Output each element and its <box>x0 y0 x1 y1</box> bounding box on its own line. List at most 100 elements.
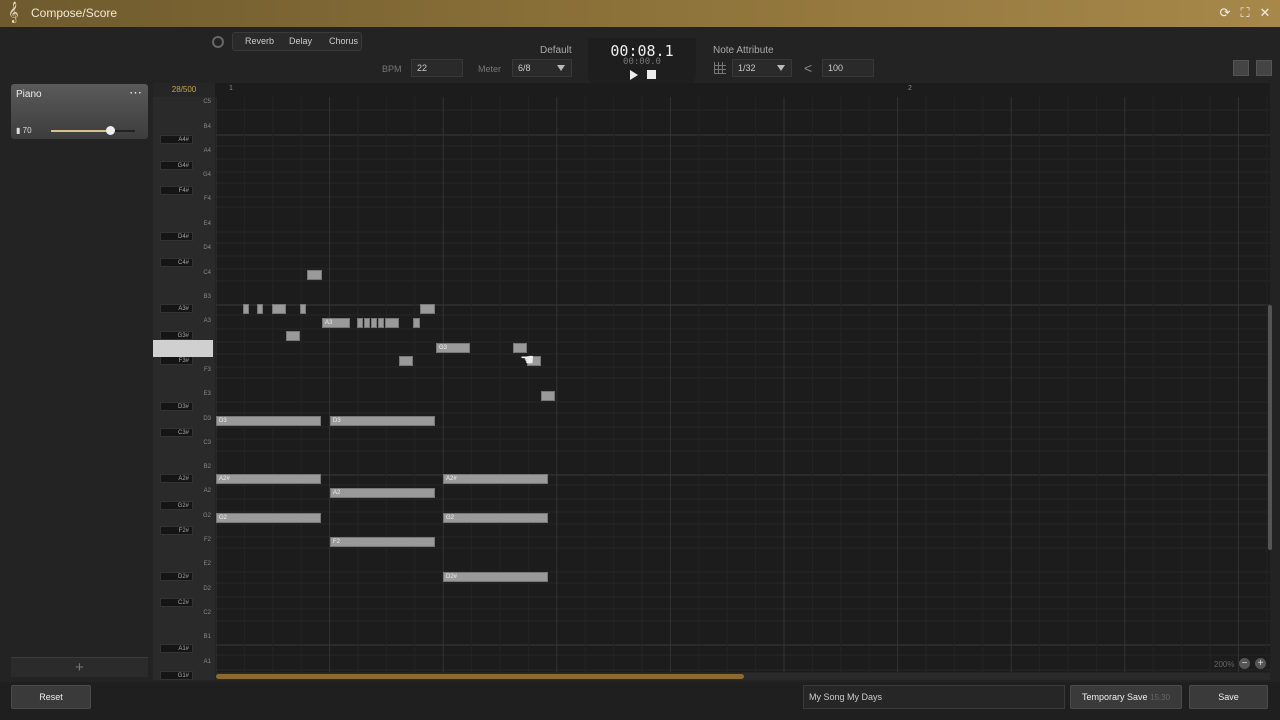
preset-label: Default <box>540 45 572 56</box>
note-block[interactable] <box>243 304 249 314</box>
black-key-a2-sharp[interactable]: A2# <box>153 474 215 486</box>
white-key-c5[interactable]: C5 <box>153 99 215 111</box>
white-key-f3[interactable]: F3 <box>153 367 215 379</box>
delay-button[interactable]: Delay <box>289 36 312 46</box>
track-card[interactable]: Piano ⋯ ▮ 70 <box>11 84 148 139</box>
black-key-g1-sharp[interactable]: G1# <box>153 671 215 680</box>
zoom-out-button[interactable]: − <box>1239 658 1250 669</box>
bpm-input[interactable]: 22 <box>411 59 463 77</box>
note-block[interactable] <box>385 318 399 328</box>
grid-select[interactable]: 1/32 <box>732 59 792 77</box>
white-key-c3[interactable]: C3 <box>153 440 215 452</box>
temporary-save-button[interactable]: Temporary Save 15:30 <box>1070 685 1182 709</box>
close-icon[interactable]: ✕ <box>1256 4 1274 22</box>
note-block[interactable]: A3 <box>322 318 350 328</box>
key-label: D4 <box>203 245 211 251</box>
white-key-d3[interactable]: D3 <box>153 416 215 428</box>
note-block[interactable]: A2 <box>330 488 435 498</box>
white-key-g2[interactable]: G2 <box>153 513 215 525</box>
note-block[interactable]: G3 <box>436 343 470 353</box>
black-key-f2-sharp[interactable]: F2# <box>153 526 215 538</box>
note-block[interactable]: D3 <box>330 416 435 426</box>
fullscreen-icon[interactable]: ⛶ <box>1236 4 1254 22</box>
measure-marker: 1 <box>229 85 233 92</box>
white-key-g4[interactable]: G4 <box>153 172 215 184</box>
velocity-input[interactable]: 100 <box>822 59 874 77</box>
effects-icon[interactable] <box>212 36 224 48</box>
time-sub: 00:00.0 <box>623 57 661 67</box>
note-block[interactable]: A2# <box>216 474 321 484</box>
note-block[interactable]: D3 <box>216 416 321 426</box>
marquee-tool-icon[interactable] <box>1256 60 1272 76</box>
reset-button[interactable]: Reset <box>11 685 91 709</box>
white-key-a1[interactable]: A1 <box>153 659 215 671</box>
note-block[interactable]: A2# <box>443 474 548 484</box>
black-key-c4-sharp[interactable]: C4# <box>153 258 215 270</box>
add-track-button[interactable]: + <box>11 657 148 677</box>
horizontal-scrollbar[interactable] <box>216 673 1270 680</box>
volume-slider-knob[interactable] <box>106 126 115 135</box>
white-key-a2[interactable]: A2 <box>153 488 215 500</box>
note-block[interactable]: G2 <box>443 513 548 523</box>
white-key-a3[interactable]: A3 <box>153 318 215 330</box>
black-key-d2-sharp[interactable]: D2# <box>153 572 215 584</box>
note-block[interactable] <box>357 318 363 328</box>
note-block[interactable] <box>378 318 384 328</box>
white-key-f2[interactable]: F2 <box>153 537 215 549</box>
reverb-button[interactable]: Reverb <box>245 36 274 46</box>
selected-key[interactable] <box>153 340 213 357</box>
key-label: B3 <box>203 294 211 300</box>
zoom-in-button[interactable]: + <box>1255 658 1266 669</box>
piano-roll-grid[interactable]: A3 G3 D3 D3 A2# A2# A2 G2 G2 F2 D2# <box>216 97 1270 672</box>
note-block[interactable] <box>413 318 420 328</box>
note-block[interactable] <box>420 304 435 314</box>
note-block[interactable] <box>399 356 413 366</box>
piano-keyboard[interactable]: C5B4A4G4F4E4D4C4B3A3G3F3E3D3C3B2A2G2F2E2… <box>153 97 215 680</box>
play-icon[interactable] <box>630 70 638 80</box>
white-key-c2[interactable]: C2 <box>153 610 215 622</box>
black-key-c2-sharp[interactable]: C2# <box>153 598 215 610</box>
select-tool-icon[interactable] <box>1233 60 1249 76</box>
black-key-f4-sharp[interactable]: F4# <box>153 186 215 198</box>
note-block[interactable] <box>257 304 263 314</box>
black-key-a1-sharp[interactable]: A1# <box>153 644 215 656</box>
note-block[interactable]: F2 <box>330 537 435 547</box>
treble-clef-icon: 𝄞 <box>8 2 19 23</box>
timeline-ruler[interactable]: 28/500 1 2 <box>153 83 1270 97</box>
refresh-icon[interactable]: ⟳ <box>1216 4 1234 22</box>
note-block[interactable] <box>307 270 322 280</box>
key-label: C2 <box>203 610 211 616</box>
note-block[interactable] <box>300 304 306 314</box>
white-key-c4[interactable]: C4 <box>153 270 215 282</box>
black-key-g4-sharp[interactable]: G4# <box>153 161 215 173</box>
more-icon[interactable]: ⋯ <box>129 85 142 101</box>
black-key-c3-sharp[interactable]: C3# <box>153 428 215 440</box>
note-block[interactable] <box>371 318 377 328</box>
note-block[interactable] <box>286 331 300 341</box>
black-key-f3-sharp[interactable]: F3# <box>153 356 215 368</box>
note-block[interactable] <box>541 391 555 401</box>
black-key-a4-sharp[interactable]: A4# <box>153 135 215 147</box>
save-button[interactable]: Save <box>1189 685 1268 709</box>
note-block[interactable] <box>272 304 286 314</box>
note-block[interactable]: G2 <box>216 513 321 523</box>
song-name-input[interactable]: My Song My Days <box>803 685 1065 709</box>
key-label: C3 <box>203 440 211 446</box>
black-key-d4-sharp[interactable]: D4# <box>153 232 215 244</box>
meter-select[interactable]: 6/8 <box>512 59 572 77</box>
chorus-button[interactable]: Chorus <box>329 36 358 46</box>
note-block[interactable]: D2# <box>443 572 548 582</box>
note-block[interactable] <box>364 318 370 328</box>
black-key-a3-sharp[interactable]: A3# <box>153 304 215 316</box>
volume-value: ▮ 70 <box>16 126 32 135</box>
key-label: F2# <box>160 526 193 535</box>
black-key-d3-sharp[interactable]: D3# <box>153 402 215 414</box>
white-key-d4[interactable]: D4 <box>153 245 215 257</box>
white-key-d2[interactable]: D2 <box>153 586 215 598</box>
scroll-thumb[interactable] <box>216 674 744 679</box>
vertical-scrollbar[interactable] <box>1268 305 1272 550</box>
stop-icon[interactable] <box>647 70 656 79</box>
black-key-g2-sharp[interactable]: G2# <box>153 501 215 513</box>
white-key-a4[interactable]: A4 <box>153 148 215 160</box>
key-label: C2# <box>160 598 193 607</box>
